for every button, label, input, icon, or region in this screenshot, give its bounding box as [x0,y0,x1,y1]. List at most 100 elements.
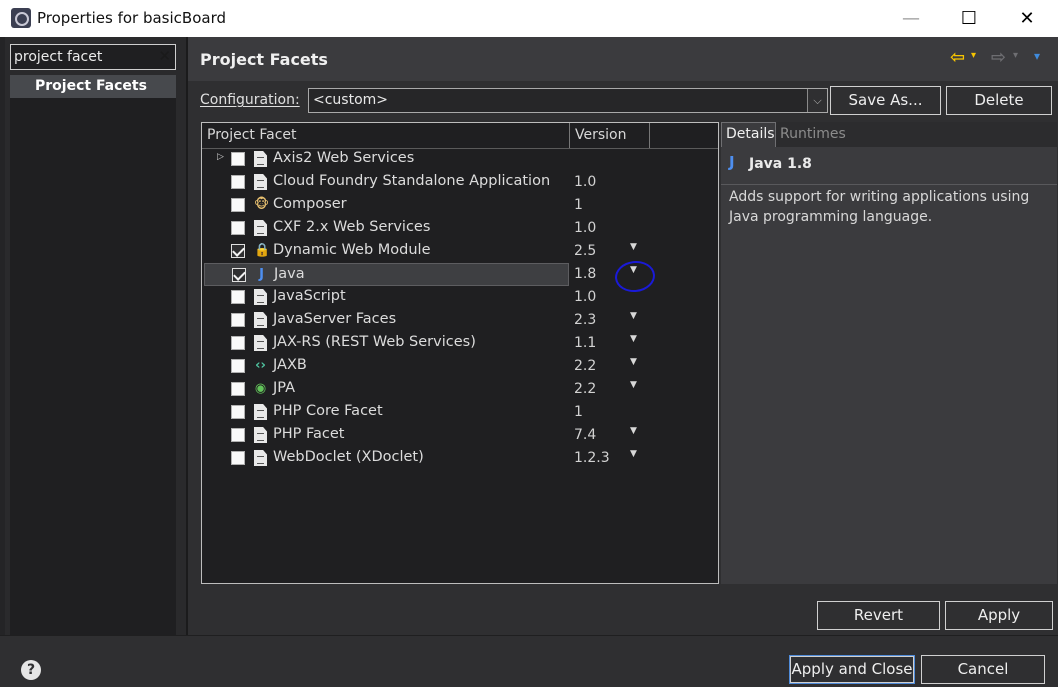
facet-cell[interactable]: 🔒 Dynamic Web Module [204,240,569,263]
facet-checkbox[interactable] [231,313,245,327]
facet-checkbox[interactable] [231,290,245,304]
configuration-value: <custom> [313,92,389,108]
column-header-version[interactable]: Version [570,123,650,148]
apply-button[interactable]: Apply [945,601,1053,630]
version-dropdown-icon[interactable]: ▼ [630,334,637,344]
table-row[interactable]: ◉ JPA 2.2 ▼ [202,378,718,401]
table-row[interactable]: 🐵 Composer 1 [202,194,718,217]
facet-version[interactable]: 1 [574,197,583,213]
revert-button[interactable]: Revert [817,601,940,630]
facet-checkbox[interactable] [231,428,245,442]
facet-cell[interactable]: JAX-RS (REST Web Services) [204,332,569,355]
facet-name: Composer [273,196,347,212]
java-icon: J [259,267,264,282]
tree-empty-area [10,98,176,635]
version-dropdown-icon[interactable]: ▼ [630,357,637,367]
facet-version[interactable]: 1.8 [574,266,596,282]
close-button[interactable]: ✕ [998,0,1056,37]
minimize-button[interactable]: — [882,0,940,37]
facet-cell[interactable]: ◉ JPA [204,378,569,401]
facet-version[interactable]: 1.0 [574,289,596,305]
facet-name: PHP Core Facet [273,403,383,419]
tab-runtimes[interactable]: Runtimes [780,122,846,147]
facet-version[interactable]: 2.2 [574,381,596,397]
facet-checkbox[interactable] [231,198,245,212]
facet-checkbox[interactable] [231,152,245,166]
table-row[interactable]: PHP Core Facet 1 [202,401,718,424]
table-row[interactable]: JAX-RS (REST Web Services) 1.1 ▼ [202,332,718,355]
table-row[interactable]: JavaServer Faces 2.3 ▼ [202,309,718,332]
forward-arrow-icon[interactable]: ⇨ [991,47,1006,68]
facet-name: WebDoclet (XDoclet) [273,449,424,465]
version-dropdown-icon[interactable]: ▼ [630,449,637,459]
facet-checkbox[interactable] [231,451,245,465]
configuration-select[interactable]: <custom> ⌵ [308,88,828,113]
facet-cell[interactable]: J Java [204,263,569,286]
facet-checkbox[interactable] [231,359,245,373]
version-dropdown-icon[interactable]: ▼ [630,311,637,321]
facet-checkbox[interactable] [231,175,245,189]
delete-button[interactable]: Delete [946,86,1052,115]
facet-cell[interactable]: JavaServer Faces [204,309,569,332]
facet-name: Java [274,266,305,282]
facet-cell[interactable]: ▷ Axis2 Web Services [204,148,569,171]
facet-cell[interactable]: PHP Core Facet [204,401,569,424]
facet-cell[interactable]: PHP Facet [204,424,569,447]
facet-name: JAXB [273,357,307,373]
view-menu-icon[interactable]: ▾ [1034,49,1040,63]
facet-version[interactable]: 7.4 [574,427,596,443]
facet-cell[interactable]: WebDoclet (XDoclet) [204,447,569,470]
facet-cell[interactable]: Cloud Foundry Standalone Application [204,171,569,194]
facet-cell[interactable]: 🐵 Composer [204,194,569,217]
facet-checkbox[interactable] [231,221,245,235]
tab-details[interactable]: Details [721,122,776,147]
save-as-button[interactable]: Save As... [830,86,941,115]
facet-checkbox[interactable] [231,336,245,350]
facet-version[interactable]: 2.5 [574,243,596,259]
facet-cell[interactable]: ‹› JAXB [204,355,569,378]
facet-version[interactable]: 1.2.3 [574,450,610,466]
facet-name: JavaScript [273,288,346,304]
maximize-button[interactable]: ☐ [940,0,998,37]
facet-version[interactable]: 2.2 [574,358,596,374]
expand-arrow-icon[interactable]: ▷ [217,152,224,162]
cancel-button[interactable]: Cancel [921,655,1045,684]
chevron-down-icon[interactable]: ⌵ [807,89,827,112]
table-row[interactable]: Cloud Foundry Standalone Application 1.0 [202,171,718,194]
table-row[interactable]: ▷ Axis2 Web Services [202,148,718,171]
facet-checkbox[interactable] [232,268,246,282]
tree-item-project-facets[interactable]: Project Facets [10,75,176,98]
facet-version[interactable]: 1.1 [574,335,596,351]
table-row[interactable]: WebDoclet (XDoclet) 1.2.3 ▼ [202,447,718,470]
table-row[interactable]: PHP Facet 7.4 ▼ [202,424,718,447]
help-icon[interactable]: ? [21,660,41,680]
composer-icon: 🐵 [254,197,270,212]
forward-menu-icon[interactable]: ▾ [1013,50,1018,61]
version-dropdown-icon[interactable]: ▼ [630,380,637,390]
apply-and-close-button[interactable]: Apply and Close [789,655,915,684]
back-arrow-icon[interactable]: ⇦ [950,47,965,68]
doc-icon [254,335,267,351]
back-menu-icon[interactable]: ▾ [971,50,976,61]
facet-checkbox[interactable] [231,405,245,419]
table-row[interactable]: CXF 2.x Web Services 1.0 [202,217,718,240]
facet-version[interactable]: 2.3 [574,312,596,328]
table-row[interactable]: ‹› JAXB 2.2 ▼ [202,355,718,378]
left-edge [0,37,5,635]
column-header-facet[interactable]: Project Facet [202,123,570,148]
version-dropdown-icon[interactable]: ▼ [630,242,637,252]
filter-input[interactable] [14,47,154,67]
facet-cell[interactable]: JavaScript [204,286,569,309]
facet-checkbox[interactable] [231,244,245,258]
facet-checkbox[interactable] [231,382,245,396]
version-dropdown-icon[interactable]: ▼ [630,426,637,436]
table-row[interactable]: 🔒 Dynamic Web Module 2.5 ▼ [202,240,718,263]
sash-divider[interactable] [186,37,188,635]
clear-filter-icon[interactable]: ✕ [158,47,171,65]
facet-version[interactable]: 1.0 [574,220,596,236]
facet-version[interactable]: 1 [574,404,583,420]
facet-version[interactable]: 1.0 [574,174,596,190]
filter-field[interactable]: ✕ [10,44,176,70]
doc-icon [254,174,267,190]
facet-cell[interactable]: CXF 2.x Web Services [204,217,569,240]
